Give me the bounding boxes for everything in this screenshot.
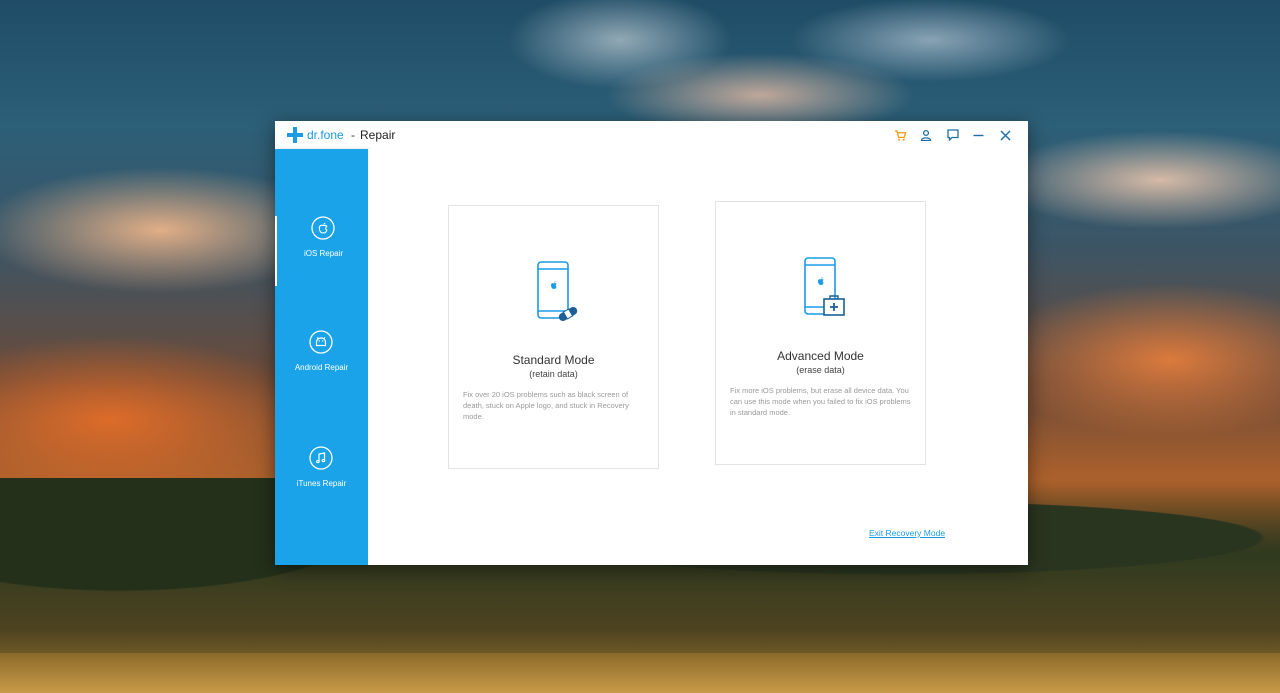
standard-mode-card[interactable]: Standard Mode (retain data) Fix over 20 … xyxy=(448,205,659,469)
mode-subtitle: (erase data) xyxy=(796,365,845,375)
brand-name: dr.fone xyxy=(307,128,344,142)
close-button[interactable] xyxy=(996,126,1014,144)
mode-title: Advanced Mode xyxy=(777,349,864,363)
sidebar-item-label: iTunes Repair xyxy=(296,479,347,488)
sidebar-item-ios-repair[interactable]: iOS Repair xyxy=(275,216,368,286)
cart-icon xyxy=(894,129,906,141)
window-title: Repair xyxy=(360,128,396,142)
sidebar: iOS Repair Android Repair iTunes Repair xyxy=(275,149,368,565)
drfone-logo-icon xyxy=(287,127,303,143)
user-icon xyxy=(920,129,932,141)
advanced-mode-card[interactable]: Advanced Mode (erase data) Fix more iOS … xyxy=(715,201,926,465)
account-button[interactable] xyxy=(917,126,935,144)
sidebar-item-label: Android Repair xyxy=(294,363,349,372)
close-icon xyxy=(1000,130,1010,140)
apple-icon xyxy=(311,216,335,240)
sidebar-item-label: iOS Repair xyxy=(303,249,344,258)
main-content: Standard Mode (retain data) Fix over 20 … xyxy=(368,149,1028,565)
phone-bandage-icon xyxy=(537,261,578,321)
mode-subtitle: (retain data) xyxy=(529,369,578,379)
android-icon xyxy=(309,330,333,354)
mode-title: Standard Mode xyxy=(512,353,595,367)
minimize-icon xyxy=(973,134,983,136)
drfone-repair-window: dr.fone - Repair iOS Repair Android Repa… xyxy=(275,121,1028,565)
phone-medkit-icon xyxy=(804,257,845,316)
music-note-icon xyxy=(309,446,333,470)
mode-description: Fix more iOS problems, but erase all dev… xyxy=(730,386,911,417)
title-separator: - xyxy=(351,128,355,142)
title-bar[interactable]: dr.fone - Repair xyxy=(275,121,1028,150)
feedback-icon xyxy=(947,129,959,141)
minimize-button[interactable] xyxy=(969,126,987,144)
cart-button[interactable] xyxy=(891,126,909,144)
feedback-button[interactable] xyxy=(944,126,962,144)
wallpaper-field xyxy=(0,653,1280,693)
sidebar-item-itunes-repair[interactable]: iTunes Repair xyxy=(275,446,368,516)
sidebar-item-android-repair[interactable]: Android Repair xyxy=(275,330,368,400)
exit-recovery-mode-link[interactable]: Exit Recovery Mode xyxy=(869,528,945,538)
mode-description: Fix over 20 iOS problems such as black s… xyxy=(463,390,629,421)
